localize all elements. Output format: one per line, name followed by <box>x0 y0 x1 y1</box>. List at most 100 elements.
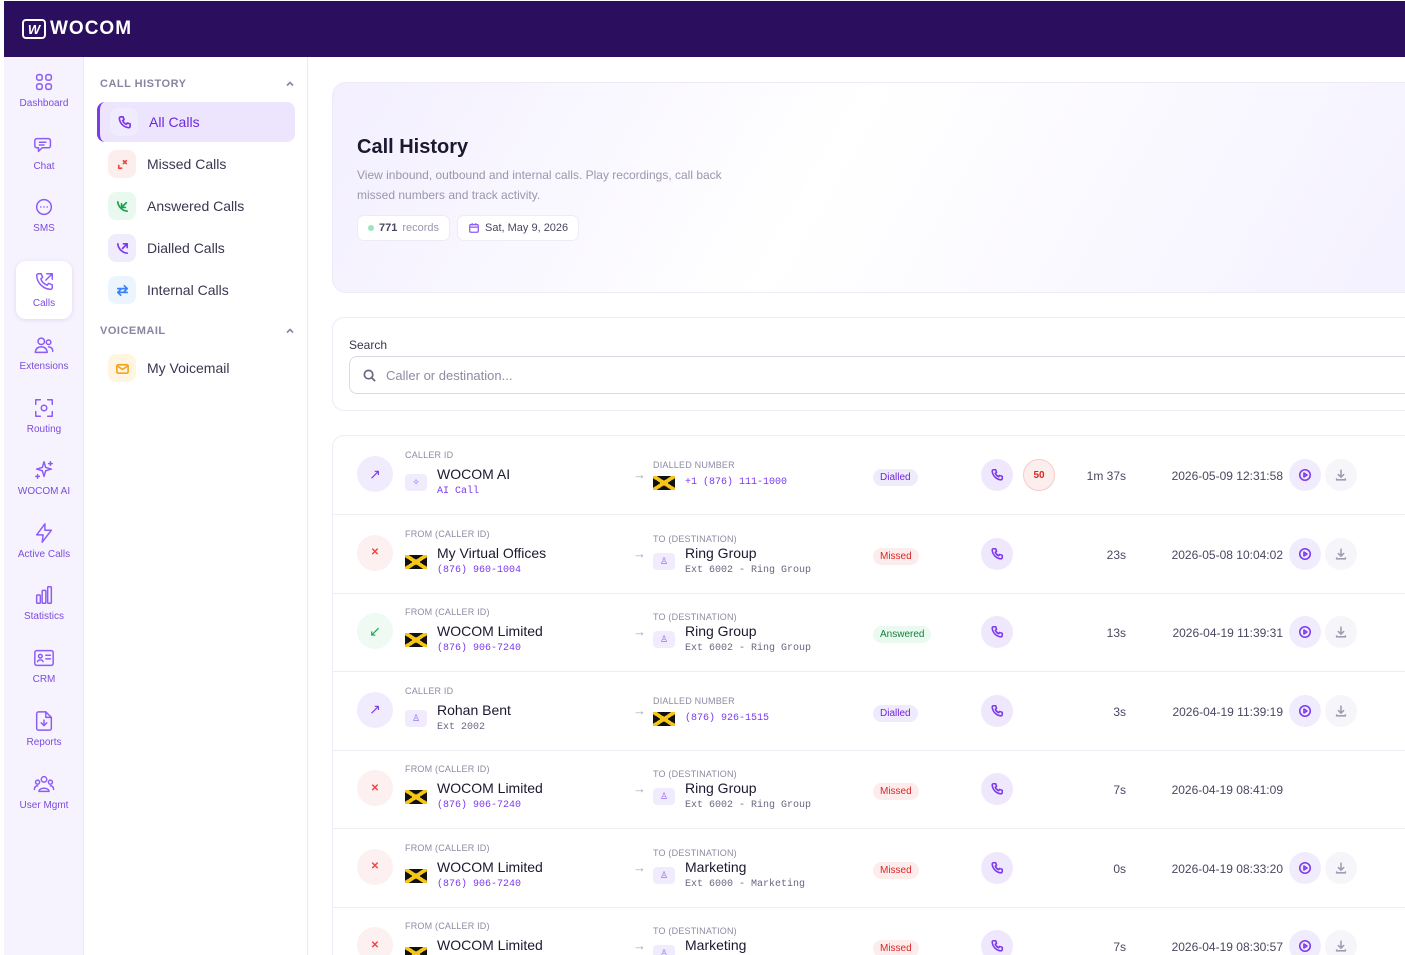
rail-item-extensions[interactable]: Extensions <box>16 324 72 382</box>
phone-icon <box>110 108 138 136</box>
nav-item-answered-calls[interactable]: Answered Calls <box>97 186 295 226</box>
rail-item-calls[interactable]: Calls <box>16 261 72 319</box>
status-badge: Dialled <box>873 469 918 486</box>
sms-icon <box>35 198 53 216</box>
status-badge: Missed <box>873 861 919 879</box>
download-recording-button[interactable] <box>1325 616 1357 648</box>
brand-logo[interactable]: W WOCOM <box>22 18 132 40</box>
calendar-icon <box>469 223 479 233</box>
rail-item-routing[interactable]: Routing <box>16 387 72 445</box>
call-timestamp: 2026-05-09 12:31:58 <box>1171 469 1283 483</box>
caller-name: Rohan Bent <box>437 701 511 718</box>
score-badge[interactable]: 50 <box>1023 459 1055 491</box>
page-header-card: Call History View inbound, outbound and … <box>332 82 1405 293</box>
rail-item-dashboard[interactable]: Dashboard <box>16 61 72 119</box>
search-icon <box>363 369 376 382</box>
call-back-button[interactable] <box>981 930 1013 955</box>
call-back-button[interactable] <box>981 459 1013 491</box>
id-card-icon <box>34 649 54 667</box>
caller-detail: (876) 906-7240 <box>437 643 522 654</box>
rail-item-label: User Mgmt <box>19 800 69 811</box>
status-badge: Dialled <box>873 704 918 722</box>
arrow-right-icon: → <box>633 545 646 561</box>
voicemail-section-header[interactable]: VOICEMAIL <box>100 325 295 337</box>
table-row[interactable]: ✕ FROM (CALLER ID) WOCOM Limited (876) 906-… <box>333 829 1405 908</box>
status-dot-icon <box>368 225 374 231</box>
caller-caption: CALLER ID <box>405 685 454 696</box>
play-recording-button[interactable] <box>1289 537 1321 570</box>
call-duration: 7s <box>1113 940 1126 954</box>
call-history-section-header[interactable]: CALL HISTORY <box>100 78 295 90</box>
play-recording-button[interactable] <box>1289 851 1321 884</box>
status-badge: Missed <box>873 547 919 565</box>
wocom-logo-icon: W <box>22 19 46 39</box>
download-recording-button[interactable] <box>1325 537 1357 570</box>
call-duration: 1m 37s <box>1086 469 1126 483</box>
rail-item-crm[interactable]: CRM <box>16 637 72 695</box>
download-recording-button[interactable] <box>1325 459 1357 491</box>
rail-item-wocom-ai[interactable]: WOCOM AI <box>16 449 72 507</box>
routing-icon <box>35 399 53 417</box>
rail-item-label: SMS <box>33 223 55 234</box>
download-recording-button[interactable] <box>1325 930 1357 955</box>
play-recording-button[interactable] <box>1289 694 1321 727</box>
download-recording-button[interactable] <box>1325 851 1357 884</box>
status-badge: Answered <box>873 626 932 643</box>
rail-item-sms[interactable]: SMS <box>16 186 72 244</box>
call-back-button[interactable] <box>981 616 1013 648</box>
nav-item-my-voicemail[interactable]: My Voicemail <box>97 348 295 388</box>
call-back-button[interactable] <box>981 537 1013 570</box>
table-row[interactable]: ↙ FROM (CALLER ID) WOCOM Limited (876) 906-… <box>333 593 1405 672</box>
destination-detail: Ext 6002 - Ring Group <box>685 800 812 811</box>
play-recording-button[interactable] <box>1289 930 1321 955</box>
table-row[interactable]: ✕ FROM (CALLER ID) WOCOM Limited → TO (DESTI… <box>333 907 1405 955</box>
rail-item-active-calls[interactable]: Active Calls <box>16 512 72 570</box>
rail-item-user-mgmt[interactable]: User Mgmt <box>16 763 72 821</box>
search-input[interactable] <box>386 367 986 383</box>
brand-name: WOCOM <box>50 18 133 39</box>
rail-item-statistics[interactable]: Statistics <box>16 574 72 632</box>
destination-caption: TO (DESTINATION) <box>653 769 737 779</box>
rail-item-label: Active Calls <box>17 549 71 560</box>
destination-name: Marketing <box>685 858 747 875</box>
call-timestamp: 2026-04-19 11:39:19 <box>1172 704 1283 719</box>
call-back-button[interactable] <box>981 694 1013 727</box>
date-badge[interactable]: Sat, May 9, 2026 <box>457 215 580 241</box>
download-recording-button[interactable] <box>1325 694 1357 727</box>
play-recording-button[interactable] <box>1289 616 1321 648</box>
table-row[interactable]: ↗ CALLER ID Rohan Bent ♙ Ext 2002 → DIALLED NU… <box>333 672 1405 751</box>
play-recording-button[interactable] <box>1289 459 1321 491</box>
call-back-button[interactable] <box>981 773 1013 805</box>
call-history-section-title: CALL HISTORY <box>100 78 187 90</box>
destination-caption: TO (DESTINATION) <box>653 847 737 858</box>
dialled-number: (876) 926-1515 <box>685 712 770 724</box>
search-box[interactable] <box>349 356 1405 394</box>
nav-item-label: Answered Calls <box>147 198 245 214</box>
table-row[interactable]: ✕ FROM (CALLER ID) WOCOM Limited (876) 906-… <box>333 750 1405 829</box>
outbound-call-icon: ↗ <box>357 691 393 728</box>
status-badge: Missed <box>873 940 919 955</box>
page-title: Call History <box>357 136 469 158</box>
caller-caption: FROM (CALLER ID) <box>405 764 490 774</box>
call-back-button[interactable] <box>981 851 1013 884</box>
destination-name: Ring Group <box>685 780 757 796</box>
voicemail-section-title: VOICEMAIL <box>100 325 166 337</box>
call-duration: 23s <box>1106 547 1126 562</box>
chevron-up-icon <box>286 81 294 87</box>
nav-item-internal-calls[interactable]: Internal Calls <box>97 270 295 310</box>
call-timestamp: 2026-05-08 10:04:02 <box>1171 547 1283 562</box>
call-duration: 13s <box>1106 626 1126 640</box>
chevron-up-icon <box>286 328 294 334</box>
destination-detail: Ext 6000 - Marketing <box>685 878 806 890</box>
arrow-right-icon: → <box>633 938 646 953</box>
table-row[interactable]: ↗ CALLER ID WOCOM AI ✧ AI Call → DIALLED NUMBE… <box>333 436 1405 515</box>
nav-item-all-calls[interactable]: All Calls <box>97 102 295 142</box>
users-icon <box>33 775 55 793</box>
table-row[interactable]: ✕ FROM (CALLER ID) My Virtual Offices (876)… <box>333 515 1405 594</box>
record-label: records <box>402 222 440 234</box>
nav-item-missed-calls[interactable]: Missed Calls <box>97 144 295 184</box>
rail-item-reports[interactable]: Reports <box>16 700 72 758</box>
nav-item-dialled-calls[interactable]: Dialled Calls <box>97 228 295 268</box>
nav-item-label: Missed Calls <box>147 156 227 172</box>
rail-item-chat[interactable]: Chat <box>16 124 72 182</box>
